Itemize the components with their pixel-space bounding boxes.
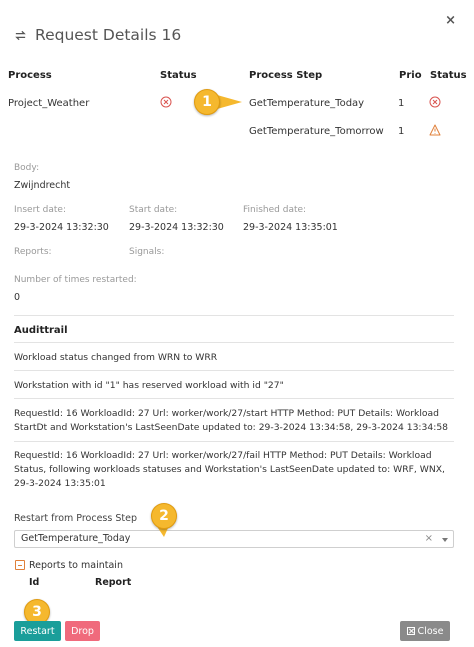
- restarted-value: 0: [14, 292, 21, 303]
- body-label: Body:: [14, 163, 40, 173]
- col-header-prio: Prio: [399, 70, 422, 81]
- divider: [14, 342, 454, 343]
- error-icon: [429, 96, 441, 108]
- dialog-title: Request Details 16: [14, 26, 181, 44]
- audit-entry: RequestId: 16 WorkloadId: 27 Url: worker…: [14, 408, 449, 433]
- step-prio-2: 1: [398, 126, 405, 137]
- restart-step-selected: GetTemperature_Today: [21, 533, 131, 544]
- refresh-icon: [15, 30, 26, 40]
- start-date-value: 29-3-2024 13:32:30: [129, 222, 224, 233]
- reports-to-maintain-label: Reports to maintain: [29, 560, 123, 571]
- drop-button[interactable]: Drop: [65, 621, 100, 641]
- chevron-down-icon[interactable]: [442, 538, 448, 542]
- divider: [14, 315, 454, 316]
- close-icon: [406, 627, 415, 635]
- reports-label: Reports:: [14, 247, 52, 257]
- warning-icon: [429, 124, 441, 136]
- audit-entry: RequestId: 16 WorkloadId: 27 Url: worker…: [14, 450, 445, 489]
- reports-col-id: Id: [29, 577, 40, 588]
- restarted-label: Number of times restarted:: [14, 275, 137, 285]
- finished-date-value: 29-3-2024 13:35:01: [243, 222, 338, 233]
- step-prio-1: 1: [398, 98, 405, 109]
- col-header-step-status: Status: [430, 70, 467, 81]
- dialog-close-icon[interactable]: ×: [445, 13, 456, 28]
- close-button-label: Close: [417, 625, 444, 637]
- audittrail-title: Audittrail: [14, 325, 68, 336]
- reports-col-report: Report: [95, 577, 132, 588]
- insert-date-label: Insert date:: [14, 205, 67, 215]
- divider: [14, 398, 454, 399]
- start-date-label: Start date:: [129, 205, 178, 215]
- callout-badge-2: 2: [151, 503, 177, 529]
- audit-entry: Workstation with id "1" has reserved wor…: [14, 380, 284, 391]
- collapse-icon[interactable]: [15, 560, 25, 570]
- finished-date-label: Finished date:: [243, 205, 307, 215]
- error-icon: [160, 96, 172, 108]
- divider: [14, 370, 454, 371]
- restart-button[interactable]: Restart: [14, 621, 61, 641]
- insert-date-value: 29-3-2024 13:32:30: [14, 222, 109, 233]
- clear-selection-icon[interactable]: ×: [425, 533, 433, 544]
- restart-step-select[interactable]: GetTemperature_Today ×: [14, 530, 454, 548]
- dialog-title-text: Request Details 16: [35, 26, 182, 44]
- col-header-process-step: Process Step: [249, 70, 323, 81]
- col-header-status: Status: [160, 70, 197, 81]
- step-name-2[interactable]: GetTemperature_Tomorrow: [249, 126, 384, 137]
- close-button[interactable]: Close: [400, 621, 450, 641]
- audit-entry: Workload status changed from WRN to WRR: [14, 352, 218, 363]
- callout-badge-1: 1: [194, 89, 220, 115]
- divider: [14, 441, 454, 442]
- col-header-process: Process: [8, 70, 52, 81]
- step-name-1[interactable]: GetTemperature_Today: [249, 98, 364, 109]
- signals-label: Signals:: [129, 247, 165, 257]
- process-name[interactable]: Project_Weather: [8, 98, 89, 109]
- restart-step-label: Restart from Process Step: [14, 513, 137, 524]
- body-value: Zwijndrecht: [14, 180, 71, 191]
